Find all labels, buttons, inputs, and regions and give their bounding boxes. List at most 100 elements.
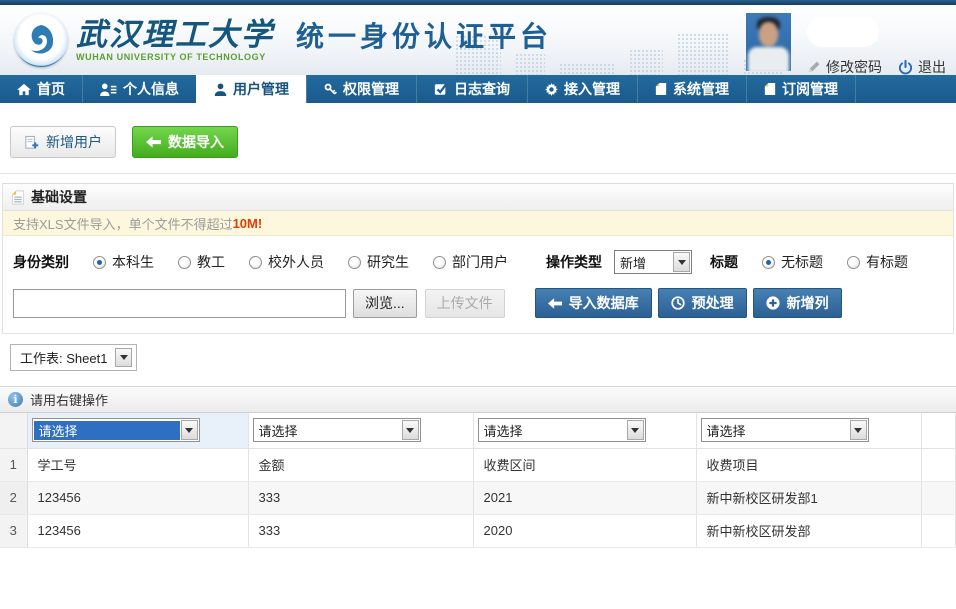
info-icon: i [8, 392, 23, 407]
grid-cell[interactable]: 2021 [473, 481, 696, 514]
dropdown-arrow-icon [402, 420, 419, 440]
grid-cell[interactable]: 333 [248, 514, 473, 547]
radio-undergraduate[interactable]: 本科生 [93, 252, 154, 272]
main-nav: 首页 个人信息 用户管理 权限管理 日志查询 接入管理 系统管理 [0, 75, 956, 103]
column-mapping-select-4[interactable]: 请选择 [701, 418, 869, 442]
nav-tab-system[interactable]: 系统管理 [637, 75, 746, 103]
university-name-en: WUHAN UNIVERSITY OF TECHNOLOGY [76, 52, 274, 62]
nav-tab-users[interactable]: 用户管理 [196, 75, 306, 103]
nav-tab-permissions[interactable]: 权限管理 [306, 75, 416, 103]
nav-tab-profile[interactable]: 个人信息 [82, 75, 196, 103]
title-label: 标题 [710, 252, 738, 272]
row-number: 3 [0, 514, 27, 547]
change-password-link[interactable]: 修改密码 [807, 57, 882, 75]
browse-button[interactable]: 浏览... [353, 289, 417, 318]
identity-label: 身份类别 [13, 252, 69, 272]
grid-row: 1 学工号 金额 收费区间 收费项目 [0, 448, 956, 481]
gear-icon [545, 83, 558, 96]
arrow-left-icon [548, 298, 562, 309]
grid-cell[interactable]: 学工号 [27, 448, 248, 481]
plus-circle-icon [766, 296, 780, 310]
data-import-button[interactable]: 数据导入 [132, 126, 238, 158]
add-user-button[interactable]: 新增用户 [10, 126, 116, 158]
radio-icon [249, 256, 262, 269]
toolbar: 新增用户 数据导入 [0, 103, 956, 173]
document-icon [655, 82, 667, 96]
grid-cell[interactable]: 123456 [27, 514, 248, 547]
home-icon [17, 83, 31, 96]
size-limit: 10M [233, 216, 258, 231]
platform-title: 统一身份认证平台 [296, 15, 552, 65]
radio-graduate[interactable]: 研究生 [348, 252, 409, 272]
page-header: 武汉理工大学 WUHAN UNIVERSITY OF TECHNOLOGY 统一… [0, 5, 956, 75]
column-mapping-row: 请选择 请选择 请选择 请选择 [0, 413, 956, 448]
worksheet-select[interactable]: 工作表: Sheet1 [10, 344, 137, 371]
radio-icon [762, 256, 775, 269]
grid-row: 3 123456 333 2020 新中新校区研发部 [0, 514, 956, 547]
arrow-left-icon [146, 136, 161, 148]
logout-link[interactable]: 退出 [898, 57, 946, 75]
radio-icon [348, 256, 361, 269]
operation-type-select[interactable]: 新增 [614, 250, 692, 274]
worksheet-label: 工作表: [20, 351, 63, 366]
radio-icon [433, 256, 446, 269]
column-mapping-select-2[interactable]: 请选择 [253, 418, 421, 442]
add-column-button[interactable]: 新增列 [753, 288, 842, 318]
grid-cell[interactable]: 收费项目 [696, 448, 921, 481]
grid-cell[interactable]: 2020 [473, 514, 696, 547]
column-mapping-select-1[interactable]: 请选择 [32, 418, 200, 442]
radio-icon [178, 256, 191, 269]
worksheet-value: Sheet1 [66, 351, 107, 366]
dropdown-arrow-icon [627, 420, 644, 440]
identity-form-row: 身份类别 本科生 教工 校外人员 研究生 部门用户 操作类型 新增 [3, 236, 953, 286]
dropdown-arrow-icon [115, 348, 132, 367]
import-database-button[interactable]: 导入数据库 [535, 288, 652, 318]
grid-cell[interactable]: 金额 [248, 448, 473, 481]
nav-tab-subscription[interactable]: 订阅管理 [746, 75, 855, 103]
upload-file-button: 上传文件 [425, 289, 505, 318]
document-plus-icon [24, 135, 39, 150]
grid-cell[interactable]: 123456 [27, 481, 248, 514]
grid-cell[interactable]: 333 [248, 481, 473, 514]
panel-header: 基础设置 [3, 184, 953, 211]
hint-bar: i 请用右键操作 [0, 386, 956, 413]
divider [0, 173, 956, 174]
file-path-input[interactable] [13, 289, 346, 318]
log-icon [434, 82, 448, 96]
operation-type-label: 操作类型 [546, 252, 602, 272]
grid-row: 2 123456 333 2021 新中新校区研发部1 [0, 481, 956, 514]
header-user-area: 修改密码 退出 [746, 13, 946, 75]
user-avatar [746, 13, 791, 71]
grid-cell[interactable]: 新中新校区研发部1 [696, 481, 921, 514]
grid-cell[interactable]: 新中新校区研发部 [696, 514, 921, 547]
import-grid-section: i 请用右键操作 请选择 请选择 请选择 [0, 386, 956, 548]
nav-tab-logs[interactable]: 日志查询 [416, 75, 527, 103]
row-number: 2 [0, 481, 27, 514]
radio-with-title[interactable]: 有标题 [847, 252, 908, 272]
xls-notice: 支持XLS文件导入，单个文件不得超过10M! [3, 211, 953, 236]
worksheet-row: 工作表: Sheet1 [0, 334, 956, 373]
pencil-icon [807, 60, 821, 74]
dropdown-arrow-icon [673, 252, 690, 272]
profile-icon [100, 83, 117, 96]
column-mapping-select-3[interactable]: 请选择 [478, 418, 646, 442]
upload-row: 浏览... 上传文件 导入数据库 预处理 新增列 [3, 286, 953, 333]
user-name-redacted [807, 17, 879, 47]
radio-faculty[interactable]: 教工 [178, 252, 225, 272]
panel-title: 基础设置 [31, 187, 87, 207]
radio-external[interactable]: 校外人员 [249, 252, 324, 272]
power-icon [898, 60, 913, 75]
nav-tab-access[interactable]: 接入管理 [527, 75, 637, 103]
brand-block: 武汉理工大学 WUHAN UNIVERSITY OF TECHNOLOGY 统一… [14, 13, 552, 67]
dropdown-arrow-icon [181, 420, 198, 440]
dropdown-arrow-icon [850, 420, 867, 440]
university-name-cn: 武汉理工大学 [76, 19, 274, 51]
preprocess-button[interactable]: 预处理 [658, 288, 747, 318]
basic-settings-panel: 基础设置 支持XLS文件导入，单个文件不得超过10M! 身份类别 本科生 教工 … [2, 183, 954, 334]
user-icon [214, 83, 227, 96]
permission-icon [324, 83, 337, 96]
radio-no-title[interactable]: 无标题 [762, 252, 823, 272]
radio-department[interactable]: 部门用户 [433, 252, 508, 272]
grid-cell[interactable]: 收费区间 [473, 448, 696, 481]
nav-tab-home[interactable]: 首页 [0, 75, 82, 103]
